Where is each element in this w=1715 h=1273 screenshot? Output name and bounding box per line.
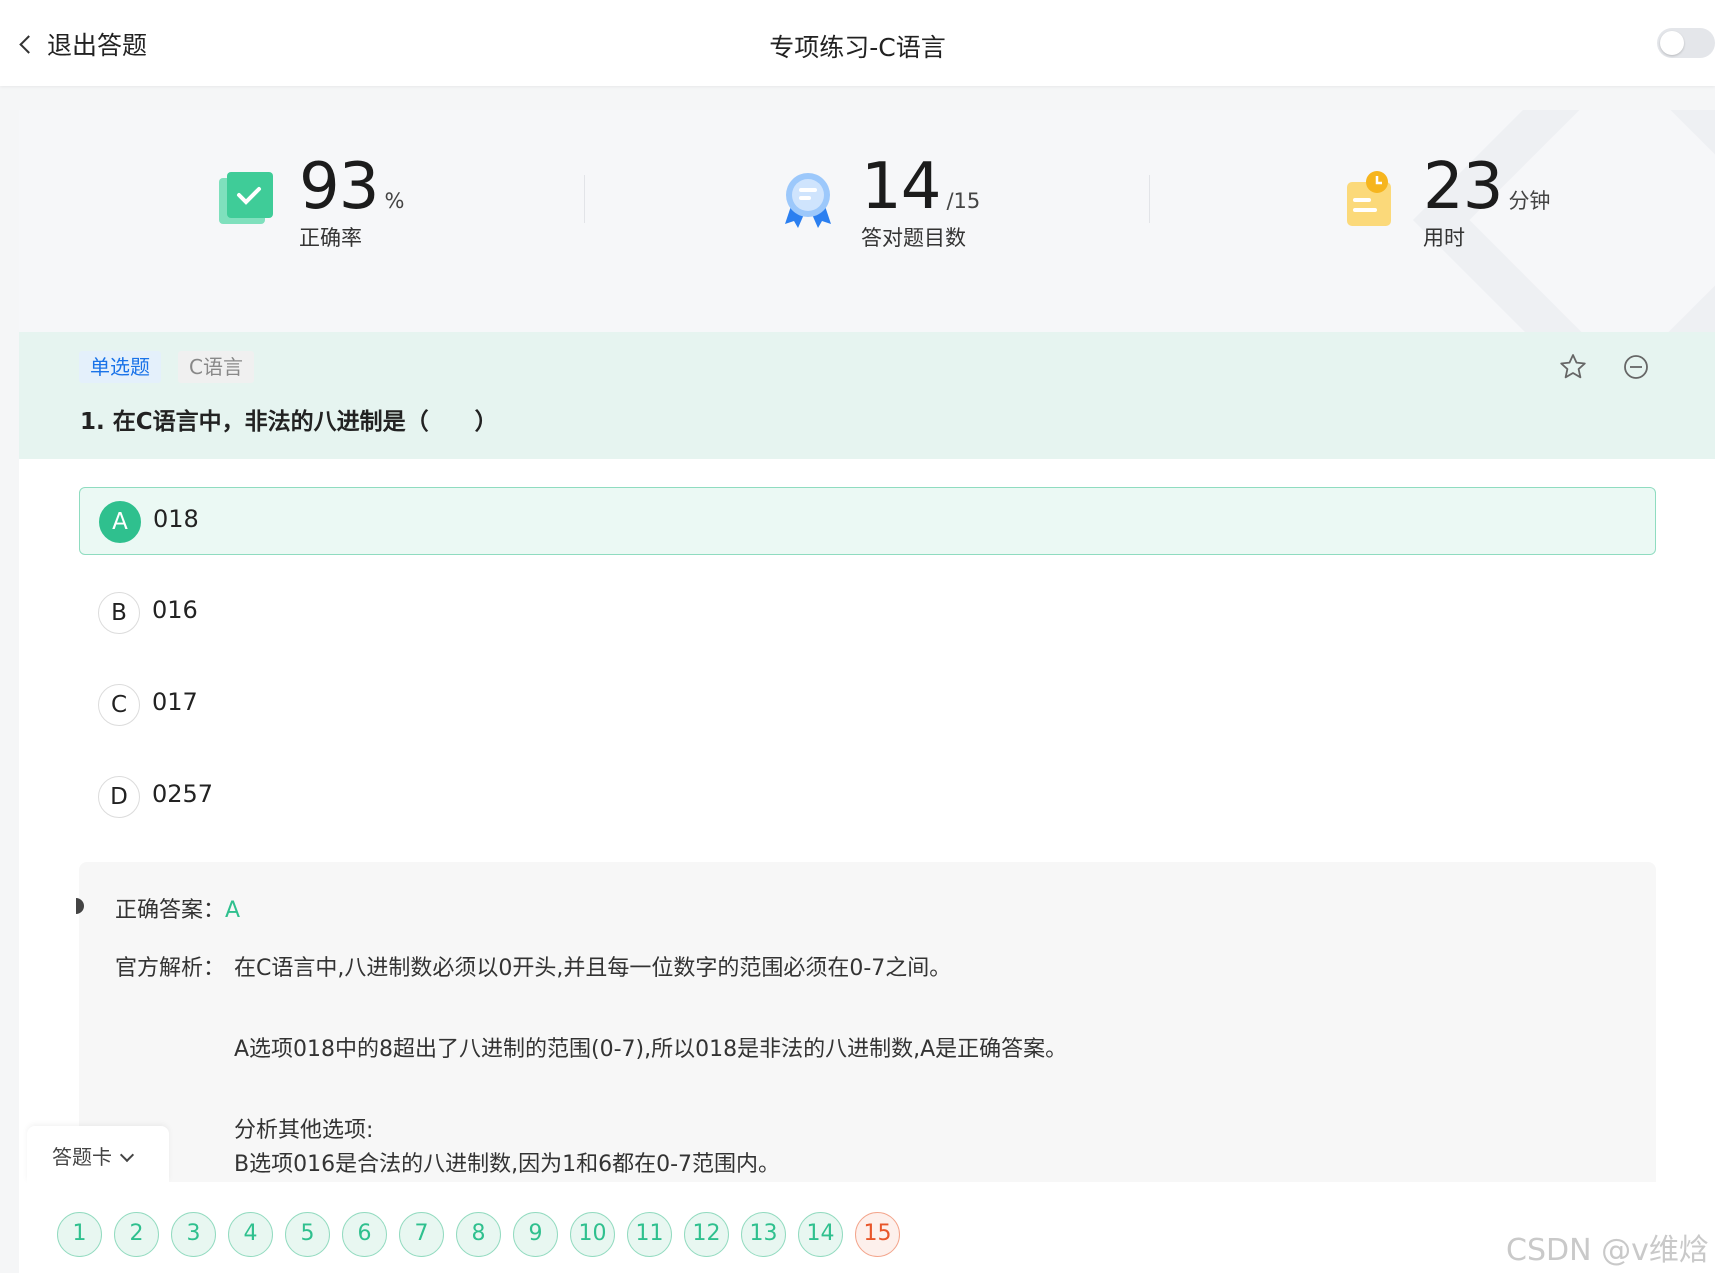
theme-toggle[interactable]	[1657, 28, 1715, 58]
toggle-knob	[1660, 31, 1684, 55]
explanation-line: 在C语言中,八进制数必须以0开头,并且每一位数字的范围必须在0-7之间。	[234, 956, 952, 981]
question-number-button[interactable]: 6	[342, 1212, 387, 1257]
question-number-button[interactable]: 1	[57, 1212, 102, 1257]
answer-card-label: 答题卡	[52, 1145, 112, 1169]
option-letter: A	[99, 501, 141, 543]
question-type-tag: 单选题	[79, 351, 161, 383]
explanation-line: A选项018中的8超出了八进制的范围(0-7),所以018是非法的八进制数,A是…	[234, 1037, 1068, 1062]
time-value: 23	[1423, 150, 1503, 224]
question-number-button[interactable]: 3	[171, 1212, 216, 1257]
divider	[584, 175, 585, 223]
chevron-down-icon	[119, 1147, 135, 1163]
marker-dot	[76, 898, 84, 914]
accuracy-value: 93	[299, 150, 379, 224]
correct-answer-label: 正确答案：	[115, 898, 226, 923]
correct-count-total: /15	[946, 189, 981, 213]
question-number-button[interactable]: 10	[570, 1212, 615, 1257]
result-panel: 93% 正确率 14/15 答对题目数 23 分钟 用时 单选题 C语言 1. …	[19, 110, 1715, 1273]
correct-answer-row: 正确答案：A	[115, 892, 240, 924]
question-number-button-wrong[interactable]: 15	[855, 1212, 900, 1257]
time-label: 用时	[1423, 226, 1465, 250]
checkbook-icon	[219, 172, 273, 224]
question-number-button[interactable]: 7	[399, 1212, 444, 1257]
option-text: 016	[152, 596, 198, 624]
answer-card-toggle[interactable]: 答题卡	[27, 1126, 169, 1182]
option-letter: C	[98, 684, 140, 726]
option-letter: B	[98, 592, 140, 634]
stats-summary: 93% 正确率 14/15 答对题目数 23 分钟 用时	[19, 110, 1715, 332]
option-text: 0257	[152, 780, 214, 808]
option-c[interactable]: C 017	[79, 671, 1656, 739]
answer-card: 1 2 3 4 5 6 7 8 9 10 11 12 13 14 15	[27, 1182, 1715, 1273]
page-title: 专项练习-C语言	[769, 33, 946, 62]
explanation-line: 分析其他选项:	[234, 1118, 374, 1143]
option-d[interactable]: D 0257	[79, 763, 1656, 831]
question-number-button[interactable]: 4	[228, 1212, 273, 1257]
correct-count-label: 答对题目数	[861, 226, 966, 250]
question-number-button[interactable]: 12	[684, 1212, 729, 1257]
divider	[1149, 175, 1150, 223]
question-number-button[interactable]: 14	[798, 1212, 843, 1257]
explanation-label: 官方解析：	[115, 956, 226, 981]
clock-note-icon	[1347, 171, 1391, 226]
option-text: 017	[152, 688, 198, 716]
question-number-button[interactable]: 5	[285, 1212, 330, 1257]
correct-count-value: 14	[861, 150, 941, 224]
question-number-button[interactable]: 11	[627, 1212, 672, 1257]
question-number-button[interactable]: 13	[741, 1212, 786, 1257]
question-number-button[interactable]: 2	[114, 1212, 159, 1257]
time-unit: 分钟	[1508, 189, 1551, 213]
accuracy-label: 正确率	[299, 226, 362, 250]
option-text: 018	[153, 505, 199, 533]
question-number-button[interactable]: 8	[456, 1212, 501, 1257]
explanation-line: B选项016是合法的八进制数,因为1和6都在0-7范围内。	[234, 1152, 781, 1177]
question-header: 单选题 C语言 1. 在C语言中，非法的八进制是（ ）	[19, 332, 1715, 459]
watermark: CSDN @v维焓	[1506, 1233, 1709, 1268]
question-text: 1. 在C语言中，非法的八进制是（ ）	[80, 409, 498, 435]
correct-answer-value: A	[225, 898, 241, 923]
question-number-button[interactable]: 9	[513, 1212, 558, 1257]
accuracy-unit: %	[384, 189, 405, 213]
option-b[interactable]: B 016	[79, 579, 1656, 647]
top-bar: 退出答题 专项练习-C语言	[0, 0, 1715, 86]
star-icon[interactable]	[1558, 352, 1588, 382]
option-letter: D	[98, 776, 140, 818]
question-language-tag: C语言	[178, 351, 254, 383]
remove-icon[interactable]	[1621, 352, 1651, 382]
medal-icon	[785, 173, 831, 228]
option-a[interactable]: A 018	[79, 487, 1656, 555]
